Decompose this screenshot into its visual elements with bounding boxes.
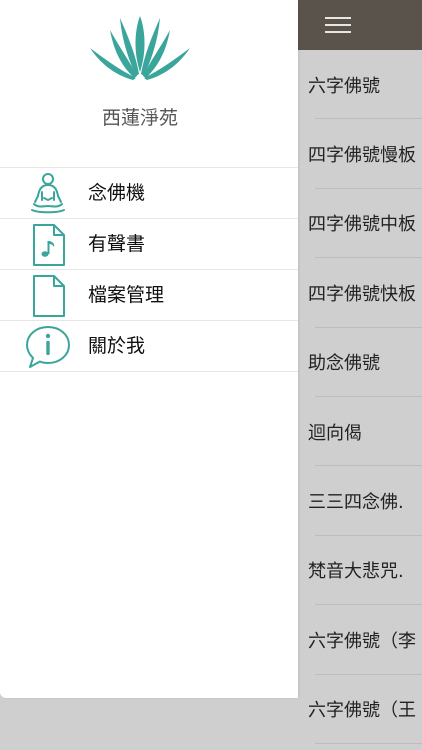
list-item[interactable]: 四字佛號慢板 — [298, 119, 422, 189]
divider — [315, 742, 422, 744]
menu-item-label: 檔案管理 — [88, 284, 165, 306]
drawer-menu: 念佛機 有聲書 檔案管理 關於我 — [0, 167, 298, 372]
navigation-drawer: 西蓮淨苑 念佛機 有聲書 檔案管理 關於我 — [0, 0, 298, 698]
list-item-label: 四字佛號中板 — [308, 214, 416, 236]
list-item[interactable]: 助念佛號 — [298, 328, 422, 397]
menu-item-audiobook[interactable]: 有聲書 — [0, 219, 298, 270]
hamburger-menu-icon[interactable] — [325, 15, 351, 35]
lotus-logo: 西蓮淨苑 — [90, 16, 190, 129]
chant-list: 六字佛號 四字佛號慢板 四字佛號中板 四字佛號快板 助念佛號 迴向偈 三三四念佛… — [298, 50, 422, 750]
list-item[interactable]: 四字佛號快板 — [298, 258, 422, 328]
list-item-label: 六字佛號 — [308, 75, 380, 97]
music-file-icon — [33, 224, 65, 266]
menu-item-label: 有聲書 — [88, 233, 146, 255]
menu-item-file-manager[interactable]: 檔案管理 — [0, 270, 298, 321]
list-item-label: 迴向偈 — [308, 422, 362, 444]
info-bubble-icon — [26, 326, 70, 368]
list-item-label: 三三四念佛. — [308, 492, 404, 514]
file-icon — [33, 275, 65, 317]
list-item[interactable]: 迴向偈 — [298, 397, 422, 467]
menu-item-about[interactable]: 關於我 — [0, 321, 298, 372]
list-item[interactable]: 四字佛號中板 — [298, 189, 422, 259]
top-toolbar — [298, 0, 422, 50]
list-item-label: 六字佛號（李 — [308, 630, 416, 652]
list-item[interactable]: 三三四念佛. — [298, 466, 422, 536]
list-item-label: 四字佛號快板 — [308, 283, 416, 305]
menu-item-label: 關於我 — [88, 335, 146, 357]
list-item-label: 六字佛號（王 — [308, 700, 416, 722]
meditation-person-icon — [31, 173, 65, 214]
list-item[interactable]: 六字佛號（王 — [298, 675, 422, 744]
list-item-label: 助念佛號 — [308, 353, 380, 375]
list-item-label: 四字佛號慢板 — [308, 145, 416, 167]
menu-item-chanting-machine[interactable]: 念佛機 — [0, 168, 298, 219]
list-item[interactable]: 梵音大悲咒. — [298, 536, 422, 606]
list-item[interactable]: 六字佛號（李 — [298, 605, 422, 675]
list-item-label: 梵音大悲咒. — [308, 561, 404, 583]
menu-item-label: 念佛機 — [88, 182, 146, 204]
logo-brand-text: 西蓮淨苑 — [102, 107, 178, 129]
list-item[interactable]: 六字佛號 — [298, 50, 422, 120]
